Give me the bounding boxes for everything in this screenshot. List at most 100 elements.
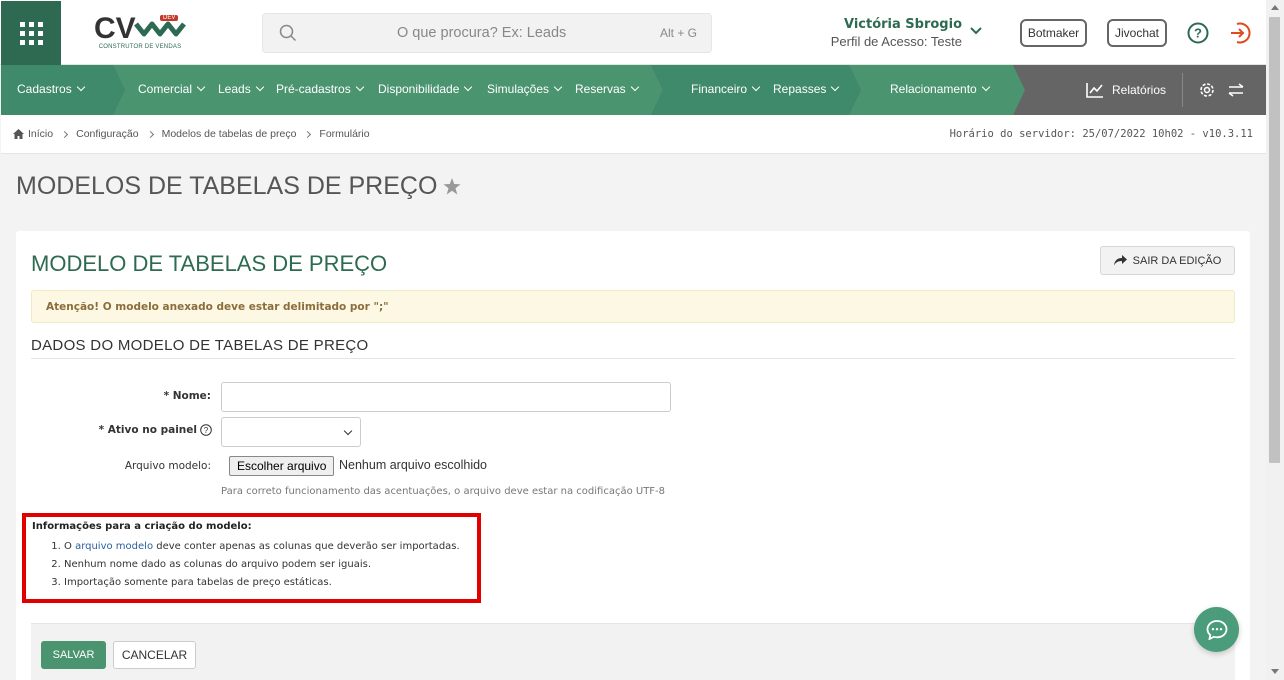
chevron-down-icon: [343, 426, 353, 436]
jivochat-button[interactable]: Jivochat: [1107, 19, 1167, 47]
chevron-right-icon: [304, 130, 312, 138]
nav-leads[interactable]: Leads: [218, 82, 264, 96]
svg-text:?: ?: [1194, 26, 1202, 41]
info-box: Informações para a criação do modelo: O …: [22, 513, 481, 603]
section-heading: DADOS DO MODELO DE TABELAS DE PREÇO: [31, 337, 369, 354]
server-info: Horário do servidor: 25/07/2022 10h02 - …: [949, 128, 1253, 140]
exit-edit-label: SAIR DA EDIÇÃO: [1132, 254, 1222, 267]
list-item: O arquivo modelo deve conter apenas as c…: [64, 538, 471, 556]
grid-icon: [19, 21, 43, 45]
nav-label: Disponibilidade: [378, 82, 460, 96]
chat-button[interactable]: [1194, 607, 1239, 652]
chevron-down-icon[interactable]: [970, 27, 982, 35]
nav-disponibilidade[interactable]: Disponibilidade: [378, 82, 473, 96]
breadcrumb-home[interactable]: Início: [13, 128, 53, 140]
breadcrumb-bar: Início Configuração Modelos de tabelas d…: [1, 115, 1266, 154]
nav-reservas[interactable]: Reservas: [575, 82, 639, 96]
chevron-down-icon: [553, 82, 563, 92]
warning-alert: Atenção! O modelo anexado deve estar del…: [31, 290, 1235, 323]
nav-label: Leads: [218, 82, 251, 96]
nav-repasses[interactable]: Repasses: [773, 82, 840, 96]
name-input[interactable]: [221, 382, 671, 412]
nav-financeiro[interactable]: Financeiro: [691, 82, 761, 96]
search-placeholder: O que procura? Ex: Leads: [397, 25, 567, 41]
search-icon: [279, 24, 297, 42]
breadcrumb: Início Configuração Modelos de tabelas d…: [13, 128, 370, 140]
chevron-right-icon: [61, 130, 69, 138]
breadcrumb-label: Início: [28, 128, 54, 140]
nav-label: Financeiro: [691, 82, 748, 96]
nav-label: Relacionamento: [890, 82, 977, 96]
nav-cadastros[interactable]: Cadastros: [17, 82, 85, 96]
file-label: Arquivo modelo:: [124, 460, 211, 472]
scrollbar-thumb[interactable]: [1269, 17, 1280, 463]
breadcrumb-item: Formulário: [319, 128, 370, 140]
chat-bubble-icon: [1206, 619, 1227, 640]
name-label: * Nome:: [163, 390, 211, 402]
logo[interactable]: CV DEV CONSTRUTOR DE VENDAS: [94, 12, 186, 54]
top-header: CV DEV CONSTRUTOR DE VENDAS O que procur…: [0, 0, 1266, 65]
chart-line-icon: [1086, 83, 1103, 98]
form-footer: [31, 624, 1235, 680]
scroll-up-arrow-icon[interactable]: [1271, 5, 1279, 10]
page-title-text: MODELOS DE TABELAS DE PREÇO: [16, 172, 438, 200]
nav-comercial[interactable]: Comercial: [138, 82, 206, 96]
exit-edit-button[interactable]: SAIR DA EDIÇÃO: [1100, 246, 1235, 275]
botmaker-button[interactable]: Botmaker: [1020, 19, 1087, 47]
info-title: Informações para a criação do modelo:: [32, 521, 252, 532]
cancel-button[interactable]: CANCELAR: [113, 641, 196, 669]
nav-label: Reservas: [575, 82, 626, 96]
user-name: Victória Sbrogio: [843, 17, 962, 32]
breadcrumb-item[interactable]: Modelos de tabelas de preço: [162, 128, 297, 140]
save-button[interactable]: SALVAR: [41, 641, 106, 669]
gear-icon[interactable]: [1198, 81, 1216, 99]
nav-simulacoes[interactable]: Simulações: [487, 82, 563, 96]
chevron-down-icon: [255, 82, 264, 92]
model-file-link[interactable]: arquivo modelo: [75, 541, 153, 552]
breadcrumb-item[interactable]: Configuração: [76, 128, 138, 140]
scrollbar[interactable]: [1266, 0, 1284, 680]
file-help-text: Para correto funcionamento das acentuaçõ…: [221, 486, 666, 497]
star-icon[interactable]: [443, 178, 461, 195]
active-label: * Ativo no painel ?: [76, 424, 212, 436]
nav-label: Pré-cadastros: [276, 82, 351, 96]
list-item: Nenhum nome dado as colunas do arquivo p…: [64, 556, 471, 574]
swap-icon[interactable]: [1228, 83, 1244, 97]
info-list: O arquivo modelo deve conter apenas as c…: [32, 538, 471, 592]
nav-relacionamento[interactable]: Relacionamento: [890, 82, 990, 96]
main-navigation: Cadastros Comercial Leads Pré-cadastros …: [1, 65, 1266, 115]
nav-label: Repasses: [773, 82, 827, 96]
help-icon[interactable]: ?: [200, 424, 212, 436]
chevron-down-icon: [464, 82, 473, 92]
chevron-down-icon: [196, 82, 206, 92]
search-shortcut: Alt + G: [659, 26, 697, 40]
file-status: Nenhum arquivo escolhido: [339, 458, 488, 472]
chevron-down-icon: [981, 82, 990, 92]
svg-text:?: ?: [204, 426, 209, 435]
user-menu[interactable]: Victória Sbrogio Perfil de Acesso: Teste: [790, 17, 962, 49]
nav-pre-cadastros[interactable]: Pré-cadastros: [276, 82, 364, 96]
chevron-right-icon: [146, 130, 154, 138]
apps-menu-button[interactable]: [1, 1, 61, 65]
scroll-down-arrow-icon[interactable]: [1271, 669, 1279, 674]
user-profile: Perfil de Acesso: Teste: [830, 34, 962, 49]
form-title: MODELO DE TABELAS DE PREÇO: [31, 251, 388, 276]
logo-subtitle: CONSTRUTOR DE VENDAS: [98, 44, 182, 50]
divider: [31, 358, 1235, 359]
global-search[interactable]: O que procura? Ex: Leads Alt + G: [262, 13, 712, 53]
chevron-down-icon: [831, 82, 840, 92]
nav-divider: [1182, 73, 1183, 107]
logo-wordmark: CV: [94, 12, 136, 44]
home-icon: [13, 129, 24, 139]
active-select[interactable]: [221, 417, 361, 447]
nav-relatorios[interactable]: Relatórios: [1086, 82, 1166, 98]
chevron-down-icon: [751, 82, 761, 92]
help-icon[interactable]: ?: [1187, 22, 1209, 44]
nav-label: Comercial: [138, 82, 193, 96]
chevron-down-icon: [76, 82, 85, 92]
logo-badge: DEV: [160, 15, 179, 21]
logout-icon[interactable]: [1229, 21, 1251, 45]
nav-label: Relatórios: [1112, 83, 1167, 97]
choose-file-button[interactable]: Escolher arquivo: [229, 456, 335, 476]
nav-label: Simulações: [487, 82, 550, 96]
